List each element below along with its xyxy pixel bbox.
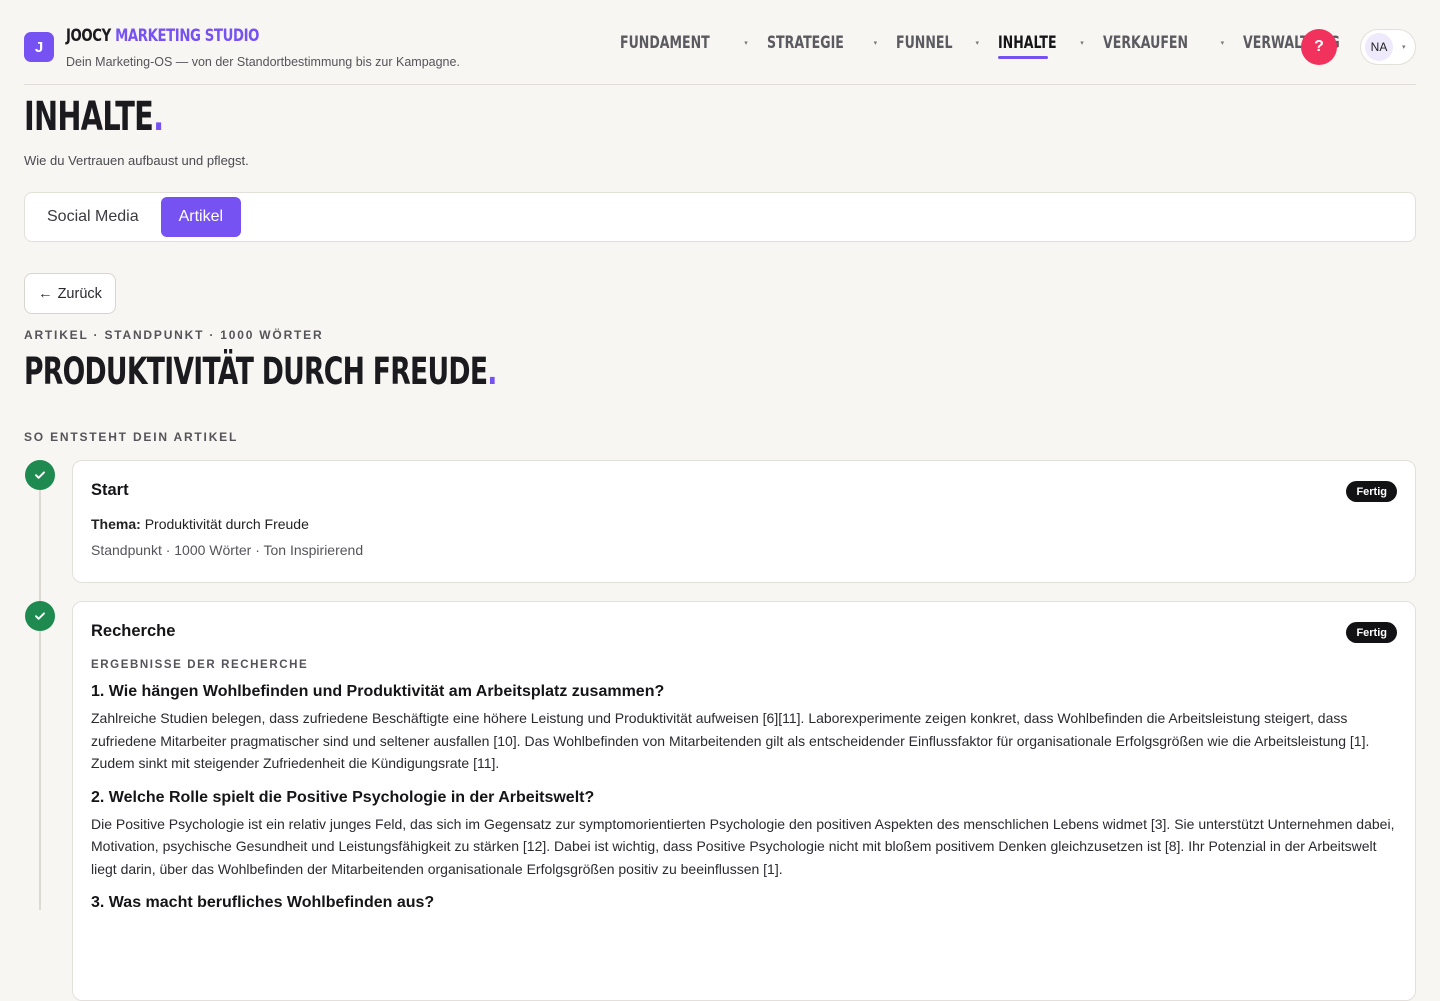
question-body: Zahlreiche Studien belegen, dass zufried…: [91, 710, 1370, 771]
timeline-line: [39, 490, 41, 910]
check-icon: [25, 601, 55, 631]
title-accent-dot: .: [487, 350, 497, 393]
user-menu[interactable]: NA ▾: [1360, 29, 1416, 65]
avatar: NA: [1365, 33, 1393, 61]
help-button[interactable]: ?: [1301, 29, 1337, 65]
help-icon: ?: [1314, 38, 1324, 55]
back-button[interactable]: ← Zurück: [24, 273, 116, 314]
question-body: Die Positive Psychologie ist ein relativ…: [91, 815, 1395, 877]
article-title: PRODUKTIVITÄT DURCH FREUDE.: [24, 350, 497, 393]
page-title-text: INHALTE: [24, 94, 154, 140]
nav-item-inhalte[interactable]: INHALTE ▾: [998, 32, 1084, 59]
thema-value: Produktivität durch Freude: [144, 516, 309, 532]
title-accent-dot: .: [153, 94, 164, 140]
step-title: Start: [91, 481, 129, 499]
page-subtitle: Wie du Vertrauen aufbaust und pflegst.: [24, 153, 249, 168]
status-badge: Fertig: [1346, 622, 1397, 643]
research-results-label: ERGEBNISSE DER RECHERCHE: [91, 659, 309, 671]
arrow-left-icon: ←: [38, 285, 53, 302]
check-icon: [25, 460, 55, 490]
main-nav: FUNDAMENT ▾ STRATEGIE ▾ FUNNEL ▾ INHALTE ▾ V…: [620, 32, 1399, 59]
chevron-down-icon: ▾: [1220, 40, 1225, 47]
process-section-label: SO ENTSTEHT DEIN ARTIKEL: [24, 430, 239, 444]
nav-item-strategie[interactable]: STRATEGIE ▾: [767, 32, 877, 54]
thema-label: Thema:: [91, 516, 141, 532]
chevron-down-icon: ▾: [975, 40, 980, 47]
nav-label: FUNDAMENT: [620, 33, 710, 53]
research-question: 3. Was macht berufliches Wohlbefinden au…: [91, 894, 1397, 912]
step-thema: Thema: Produktivität durch Freude: [91, 516, 1397, 532]
tab-artikel[interactable]: Artikel: [160, 197, 242, 237]
nav-label: INHALTE: [998, 33, 1057, 53]
nav-label: STRATEGIE: [766, 33, 844, 53]
content-tabs: Social Media Artikel: [24, 192, 1416, 242]
logo-letter: J: [34, 38, 44, 56]
chevron-down-icon: ▾: [1402, 44, 1406, 51]
step-meta: Standpunkt · 1000 Wörter · Ton Inspirier…: [91, 542, 364, 558]
nav-item-verkaufen[interactable]: VERKAUFEN ▾: [1103, 32, 1224, 54]
nav-label: FUNNEL: [896, 33, 953, 53]
research-question: 2. Welche Rolle spielt die Positive Psyc…: [91, 789, 1397, 881]
active-nav-indicator: [998, 56, 1049, 59]
article-title-text: PRODUKTIVITÄT DURCH FREUDE: [24, 350, 488, 393]
nav-item-fundament[interactable]: FUNDAMENT ▾: [620, 32, 748, 54]
step-card-recherche: Recherche Fertig ERGEBNISSE DER RECHERCH…: [72, 601, 1416, 1001]
chevron-down-icon: ▾: [1080, 40, 1084, 47]
brand-prefix: JOOCY: [66, 26, 111, 46]
brand-logo[interactable]: J: [24, 32, 54, 62]
brand-accent: MARKETING STUDIO: [115, 26, 260, 46]
nav-item-funnel[interactable]: FUNNEL ▾: [896, 32, 979, 54]
nav-label: VERKAUFEN: [1102, 33, 1188, 53]
back-button-label: Zurück: [57, 285, 102, 302]
article-eyebrow: ARTIKEL · STANDPUNKT · 1000 WÖRTER: [24, 328, 324, 342]
chevron-down-icon: ▾: [744, 40, 748, 47]
brand-tagline: Dein Marketing-OS — von der Standortbest…: [66, 55, 460, 69]
question-title: 3. Was macht berufliches Wohlbefinden au…: [91, 894, 435, 911]
question-title: 2. Welche Rolle spielt die Positive Psyc…: [91, 788, 595, 806]
step-title: Recherche: [91, 622, 176, 640]
chevron-down-icon: ▾: [873, 40, 878, 47]
page-title: INHALTE.: [24, 94, 164, 140]
status-badge: Fertig: [1346, 481, 1397, 502]
step-card-start: Start Fertig Thema: Produktivität durch …: [72, 460, 1416, 583]
tab-social-media[interactable]: Social Media: [29, 197, 157, 237]
question-title: 1. Wie hängen Wohlbefinden und Produktiv…: [91, 683, 665, 700]
research-question: 1. Wie hängen Wohlbefinden und Produktiv…: [91, 683, 1397, 775]
brand-name[interactable]: JOOCY MARKETING STUDIO: [66, 26, 259, 46]
top-bar: J JOOCY MARKETING STUDIO Dein Marketing-…: [24, 0, 1416, 85]
